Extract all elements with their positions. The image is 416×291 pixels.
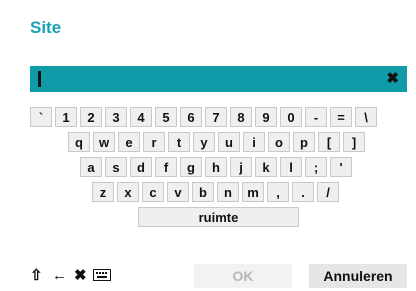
key[interactable]: ' bbox=[330, 157, 352, 177]
key[interactable]: v bbox=[167, 182, 189, 202]
key[interactable]: b bbox=[192, 182, 214, 202]
key[interactable]: / bbox=[317, 182, 339, 202]
key[interactable]: j bbox=[230, 157, 252, 177]
clear-icon[interactable]: ✖ bbox=[74, 264, 87, 286]
key[interactable]: = bbox=[330, 107, 352, 127]
key[interactable]: r bbox=[143, 132, 165, 152]
ok-button[interactable]: OK bbox=[194, 264, 292, 288]
key[interactable]: 4 bbox=[130, 107, 152, 127]
key[interactable]: 5 bbox=[155, 107, 177, 127]
keyboard-row-1: ` 1 2 3 4 5 6 7 8 9 0- = \ bbox=[30, 107, 377, 127]
key[interactable]: t bbox=[168, 132, 190, 152]
keyboard-row-2: q w e r t y u i o p[] bbox=[68, 132, 365, 152]
key[interactable]: 6 bbox=[180, 107, 202, 127]
shift-icon[interactable]: ⇧ bbox=[30, 264, 43, 286]
key[interactable]: 8 bbox=[230, 107, 252, 127]
space-key[interactable]: ruimte bbox=[138, 207, 299, 227]
key[interactable]: f bbox=[155, 157, 177, 177]
keyboard-row-3: a s d f g h j k l; ' bbox=[80, 157, 352, 177]
key[interactable]: 2 bbox=[80, 107, 102, 127]
key[interactable]: h bbox=[205, 157, 227, 177]
key[interactable]: k bbox=[255, 157, 277, 177]
key[interactable]: w bbox=[93, 132, 115, 152]
key[interactable]: p bbox=[293, 132, 315, 152]
key[interactable]: z bbox=[92, 182, 114, 202]
keyboard-icon[interactable] bbox=[93, 264, 111, 286]
key[interactable]: ` bbox=[30, 107, 52, 127]
key[interactable]: i bbox=[243, 132, 265, 152]
key[interactable]: 3 bbox=[105, 107, 127, 127]
key[interactable]: ; bbox=[305, 157, 327, 177]
text-input[interactable]: ✖ bbox=[30, 66, 407, 92]
key[interactable]: x bbox=[117, 182, 139, 202]
key[interactable]: s bbox=[105, 157, 127, 177]
key[interactable]: c bbox=[142, 182, 164, 202]
cancel-button[interactable]: Annuleren bbox=[309, 264, 407, 288]
key[interactable]: d bbox=[130, 157, 152, 177]
key[interactable]: y bbox=[193, 132, 215, 152]
key[interactable]: n bbox=[217, 182, 239, 202]
key[interactable]: 0 bbox=[280, 107, 302, 127]
keyboard-row-4: z x c v b n m,. / bbox=[92, 182, 339, 202]
key[interactable]: l bbox=[280, 157, 302, 177]
text-cursor bbox=[38, 71, 41, 87]
key[interactable]: o bbox=[268, 132, 290, 152]
key[interactable]: a bbox=[80, 157, 102, 177]
key[interactable]: m bbox=[242, 182, 264, 202]
key[interactable]: , bbox=[267, 182, 289, 202]
dialog-title: Site bbox=[30, 18, 62, 37]
key[interactable]: [ bbox=[318, 132, 340, 152]
key[interactable]: 9 bbox=[255, 107, 277, 127]
key[interactable]: - bbox=[305, 107, 327, 127]
key[interactable]: e bbox=[118, 132, 140, 152]
key[interactable]: u bbox=[218, 132, 240, 152]
clear-input-icon[interactable]: ✖ bbox=[386, 69, 399, 89]
key[interactable]: q bbox=[68, 132, 90, 152]
key[interactable]: . bbox=[292, 182, 314, 202]
backspace-icon[interactable]: ← bbox=[52, 264, 67, 286]
key[interactable]: \ bbox=[355, 107, 377, 127]
key[interactable]: 7 bbox=[205, 107, 227, 127]
key[interactable]: ] bbox=[343, 132, 365, 152]
key[interactable]: 1 bbox=[55, 107, 77, 127]
key[interactable]: g bbox=[180, 157, 202, 177]
